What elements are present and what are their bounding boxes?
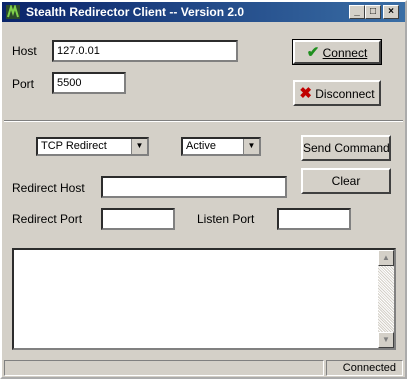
minimize-icon[interactable]: _	[349, 5, 365, 19]
clear-label: Clear	[331, 174, 361, 188]
redirect-host-label: Redirect Host	[12, 181, 85, 195]
disconnect-button[interactable]: ✖ Disconnect	[293, 80, 381, 106]
redirect-host-input[interactable]	[101, 176, 287, 198]
mode-select-value: TCP Redirect	[41, 140, 107, 152]
close-icon[interactable]: ×	[383, 5, 399, 19]
output-log[interactable]: ▲ ▼	[12, 248, 396, 350]
connect-button-label: Connect	[322, 46, 368, 60]
port-label: Port	[12, 77, 35, 91]
listen-port-input[interactable]	[277, 208, 351, 230]
scroll-up-icon[interactable]: ▲	[378, 250, 394, 266]
maximize-icon[interactable]: □	[365, 5, 381, 19]
title-bar[interactable]: Stealth Redirector Client -- Version 2.0…	[2, 2, 405, 22]
window-title: Stealth Redirector Client -- Version 2.0	[26, 5, 245, 19]
state-select[interactable]: Active ▼	[181, 137, 261, 156]
send-command-label: Send Command	[303, 141, 390, 155]
chevron-down-icon[interactable]: ▼	[131, 139, 147, 154]
port-input[interactable]	[52, 72, 126, 94]
status-bar-left	[4, 360, 324, 376]
send-command-button[interactable]: Send Command	[301, 135, 391, 161]
checkmark-icon: ✔	[306, 44, 320, 61]
status-bar-right: Connected	[326, 360, 403, 376]
clear-button[interactable]: Clear	[301, 168, 391, 194]
cross-icon: ✖	[299, 85, 312, 102]
host-input[interactable]	[52, 40, 238, 62]
main-window: Stealth Redirector Client -- Version 2.0…	[0, 0, 407, 379]
redirect-port-input[interactable]	[101, 208, 175, 230]
vertical-scrollbar[interactable]: ▲ ▼	[378, 250, 394, 348]
state-select-value: Active	[186, 140, 216, 152]
redirect-port-label: Redirect Port	[12, 212, 83, 226]
host-label: Host	[12, 44, 37, 58]
chevron-down-icon[interactable]: ▼	[243, 139, 259, 154]
connect-button[interactable]: ✔ Connect	[292, 39, 382, 65]
disconnect-button-label: Disconnect	[315, 87, 375, 101]
app-icon	[6, 5, 20, 19]
scroll-down-icon[interactable]: ▼	[378, 332, 394, 348]
mode-select[interactable]: TCP Redirect ▼	[36, 137, 149, 156]
section-divider	[4, 120, 403, 122]
listen-port-label: Listen Port	[197, 212, 255, 226]
connection-status: Connected	[342, 362, 396, 374]
